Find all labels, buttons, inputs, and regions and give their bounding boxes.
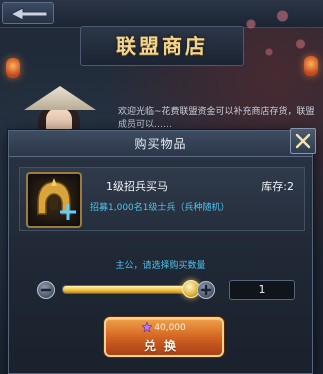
close-icon: [295, 133, 311, 149]
shop-title: 联盟商店: [116, 34, 208, 58]
plus-icon: [200, 284, 212, 296]
back-arrow-icon: [9, 7, 48, 21]
lantern-icon: [304, 56, 318, 76]
exchange-button[interactable]: 40,000 兑换: [104, 317, 224, 357]
increase-button[interactable]: [197, 281, 215, 299]
quantity-input[interactable]: 1: [229, 280, 295, 300]
item-icon-frame: [26, 172, 82, 228]
exchange-label: 兑换: [143, 339, 184, 353]
dialog-title: 购买物品: [134, 137, 187, 151]
item-card: 1级招兵买马 库存:2 招募1,000名1级士兵（兵种随机）: [19, 167, 305, 231]
cost-row: 40,000: [106, 322, 222, 333]
decrease-button[interactable]: [37, 281, 55, 299]
minus-icon: [40, 288, 52, 292]
item-description: 招募1,000名1级士兵（兵种随机）: [90, 203, 230, 213]
exchange-cost: 40,000: [154, 323, 186, 333]
item-stock: 库存:2: [261, 180, 294, 193]
dialog-header: 购买物品: [9, 131, 312, 157]
back-button[interactable]: [2, 2, 54, 24]
npc-speech: 欢迎光临~花费联盟资金可以补充商店存货，联盟成员可以……: [118, 107, 315, 130]
slider-fill: [63, 286, 191, 293]
quantity-slider[interactable]: [62, 280, 200, 298]
close-button[interactable]: [290, 128, 316, 154]
item-name: 1级招兵买马: [106, 180, 168, 193]
quantity-prompt: 主公，请选择购买数量: [115, 261, 206, 271]
lantern-icon: [6, 58, 20, 78]
purchase-dialog: 购买物品 1级招兵买马 库存:2 招募1,000名1级士兵（兵种随机） 主公，请…: [8, 128, 316, 374]
purple-star-icon: [142, 322, 153, 332]
golden-helmet-icon: [37, 178, 76, 220]
shop-title-plate: 联盟商店: [80, 26, 244, 66]
